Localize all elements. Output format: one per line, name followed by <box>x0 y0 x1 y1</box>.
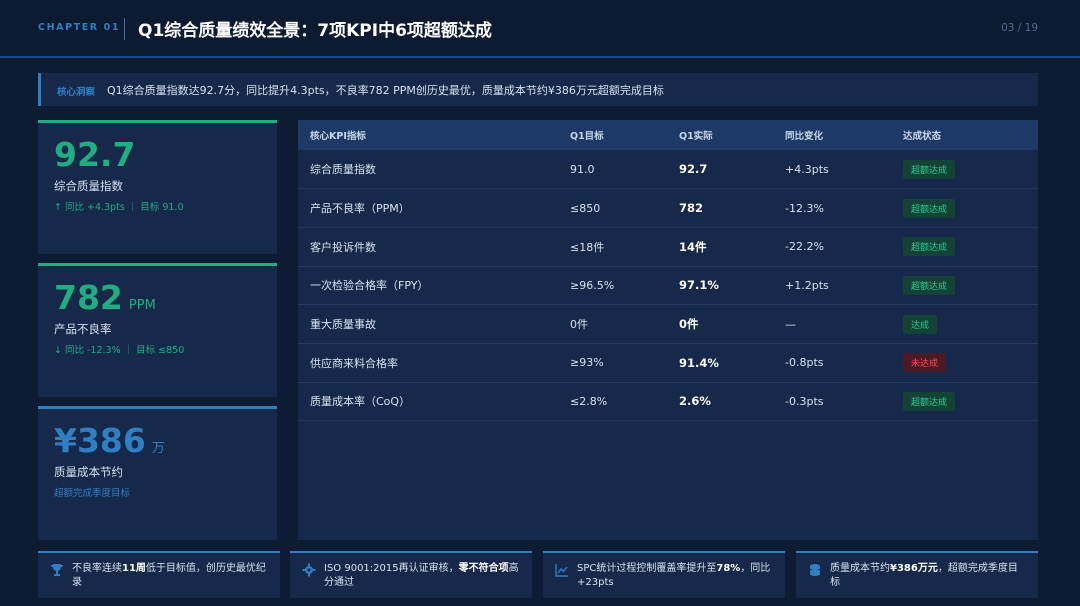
kpi-change: -22.2% <box>785 240 824 254</box>
kpi-change: -0.3pts <box>785 394 824 408</box>
kpi-label: 产品不良率 <box>54 322 112 336</box>
kpi-actual: 92.7 <box>679 162 708 177</box>
insight-text: Q1综合质量指数达92.7分，同比提升4.3pts，不良率782 PPM创历史最… <box>107 84 664 97</box>
insight-banner: 核心洞察 Q1综合质量指数达92.7分，同比提升4.3pts，不良率782 PP… <box>38 73 1038 106</box>
footer-card-iso-audit: ISO 9001:2015再认证审核，零不符合项高分通过 <box>290 551 532 598</box>
kpi-value: ¥386 万 <box>54 421 165 460</box>
table-row: 客户投诉件数 ≤18件 14件 -22.2% 超额达成 <box>298 227 1038 267</box>
kpi-name: 重大质量事故 <box>310 318 376 332</box>
status-badge: 超额达成 <box>903 275 956 295</box>
status-cell: 达成 <box>891 305 1038 344</box>
kpi-change: +1.2pts <box>785 278 829 292</box>
status-badge: 未达成 <box>903 353 947 373</box>
kpi-table: 核心KPI指标 Q1目标 Q1实际 同比变化 达成状态 综合质量指数 91.0 … <box>298 120 1038 540</box>
kpi-value: 92.7 <box>54 135 136 174</box>
column-header: Q1实际 <box>679 131 713 142</box>
kpi-actual: 97.1% <box>679 278 719 293</box>
table-row: 综合质量指数 91.0 92.7 +4.3pts 超额达成 <box>298 150 1038 189</box>
table-header-row: 核心KPI指标 Q1目标 Q1实际 同比变化 达成状态 <box>298 120 1038 150</box>
status-cell: 超额达成 <box>891 150 1038 189</box>
header-divider <box>124 18 125 40</box>
kpi-name: 综合质量指数 <box>310 163 376 177</box>
kpi-card-cost-saving: ¥386 万 质量成本节约 超额完成季度目标 <box>38 406 277 540</box>
column-header: 同比变化 <box>785 131 824 142</box>
kpi-subtext: 超额完成季度目标 <box>54 488 131 499</box>
kpi-unit: PPM <box>128 298 156 313</box>
kpi-card-quality-index: 92.7 综合质量指数 ↑ 同比 +4.3pts ｜ 目标 91.0 <box>38 120 277 254</box>
footer-text: 质量成本节约¥386万元，超额完成季度目标 <box>830 563 1018 588</box>
insight-tag: 核心洞察 <box>57 87 96 98</box>
kpi-target: ≤2.8% <box>570 394 608 408</box>
kpi-change: -12.3% <box>785 201 824 215</box>
status-cell: 超额达成 <box>891 266 1038 305</box>
kpi-actual: 14件 <box>679 239 707 254</box>
kpi-name: 产品不良率（PPM） <box>310 202 410 216</box>
kpi-actual: 91.4% <box>679 355 719 370</box>
footer-card-cost-saving: 质量成本节约¥386万元，超额完成季度目标 <box>796 551 1038 598</box>
kpi-target: ≤18件 <box>570 240 605 254</box>
kpi-actual: 2.6% <box>679 394 711 409</box>
status-cell: 未达成 <box>891 343 1038 382</box>
kpi-target: ≤850 <box>570 201 601 215</box>
kpi-target: 0件 <box>570 318 588 332</box>
column-header: Q1目标 <box>570 131 604 142</box>
footer-card-defect-streak: 不良率连续11周低于目标值，创历史最优纪录 <box>38 551 280 598</box>
kpi-name: 一次检验合格率（FPY） <box>310 279 429 293</box>
status-badge: 超额达成 <box>903 391 956 411</box>
header-bar: CHAPTER 01 Q1综合质量绩效全景：7项KPI中6项超额达成 03 / … <box>0 0 1080 58</box>
kpi-unit: 万 <box>151 441 165 456</box>
kpi-target: ≥93% <box>570 356 604 370</box>
kpi-target: ≥96.5% <box>570 278 615 292</box>
kpi-name: 供应商来料合格率 <box>310 356 398 370</box>
table-row: 一次检验合格率（FPY） ≥96.5% 97.1% +1.2pts 超额达成 <box>298 266 1038 305</box>
kpi-name: 客户投诉件数 <box>310 240 376 254</box>
kpi-label: 质量成本节约 <box>54 465 123 479</box>
footer-text: ISO 9001:2015再认证审核，零不符合项高分通过 <box>324 563 519 588</box>
page-title: Q1综合质量绩效全景：7项KPI中6项超额达成 <box>138 21 492 41</box>
column-header: 核心KPI指标 <box>310 131 366 142</box>
gear-icon <box>302 563 316 577</box>
footer-text: 不良率连续11周低于目标值，创历史最优纪录 <box>72 563 266 588</box>
status-badge: 超额达成 <box>903 159 956 179</box>
footer-card-spc-coverage: SPC统计过程控制覆盖率提升至78%，同比+23pts <box>543 551 785 598</box>
footer-text: SPC统计过程控制覆盖率提升至78%，同比+23pts <box>577 563 771 588</box>
kpi-subtext: ↑ 同比 +4.3pts ｜ 目标 91.0 <box>54 202 184 213</box>
coins-icon <box>810 564 820 576</box>
kpi-change: -0.8pts <box>785 356 824 370</box>
status-cell: 超额达成 <box>891 227 1038 266</box>
kpi-value: 782 PPM <box>54 278 156 317</box>
kpi-actual: 782 <box>679 201 704 216</box>
column-header: 达成状态 <box>903 131 942 142</box>
page-number: 03 / 19 <box>1001 22 1038 34</box>
kpi-actual: 0件 <box>679 317 699 332</box>
status-cell: 超额达成 <box>891 382 1038 421</box>
kpi-change: — <box>785 317 796 331</box>
kpi-subtext: ↓ 同比 -12.3% ｜ 目标 ≤850 <box>54 345 185 356</box>
chart-line-icon <box>555 564 568 577</box>
status-badge: 超额达成 <box>903 198 956 218</box>
kpi-card-defect-rate: 782 PPM 产品不良率 ↓ 同比 -12.3% ｜ 目标 ≤850 <box>38 263 277 397</box>
kpi-change: +4.3pts <box>785 162 829 176</box>
trophy-icon <box>50 564 64 576</box>
status-badge: 超额达成 <box>903 237 956 257</box>
table-row: 供应商来料合格率 ≥93% 91.4% -0.8pts 未达成 <box>298 343 1038 383</box>
kpi-label: 综合质量指数 <box>54 179 123 193</box>
kpi-name: 质量成本率（CoQ） <box>310 395 411 409</box>
status-badge: 达成 <box>903 314 938 334</box>
table-row: 质量成本率（CoQ） ≤2.8% 2.6% -0.3pts 超额达成 <box>298 382 1038 421</box>
kpi-target: 91.0 <box>570 162 595 176</box>
table-row: 重大质量事故 0件 0件 — 达成 <box>298 305 1038 344</box>
table-row: 产品不良率（PPM） ≤850 782 -12.3% 超额达成 <box>298 189 1038 228</box>
chapter-label: CHAPTER 01 <box>38 22 121 33</box>
status-cell: 超额达成 <box>891 189 1038 228</box>
